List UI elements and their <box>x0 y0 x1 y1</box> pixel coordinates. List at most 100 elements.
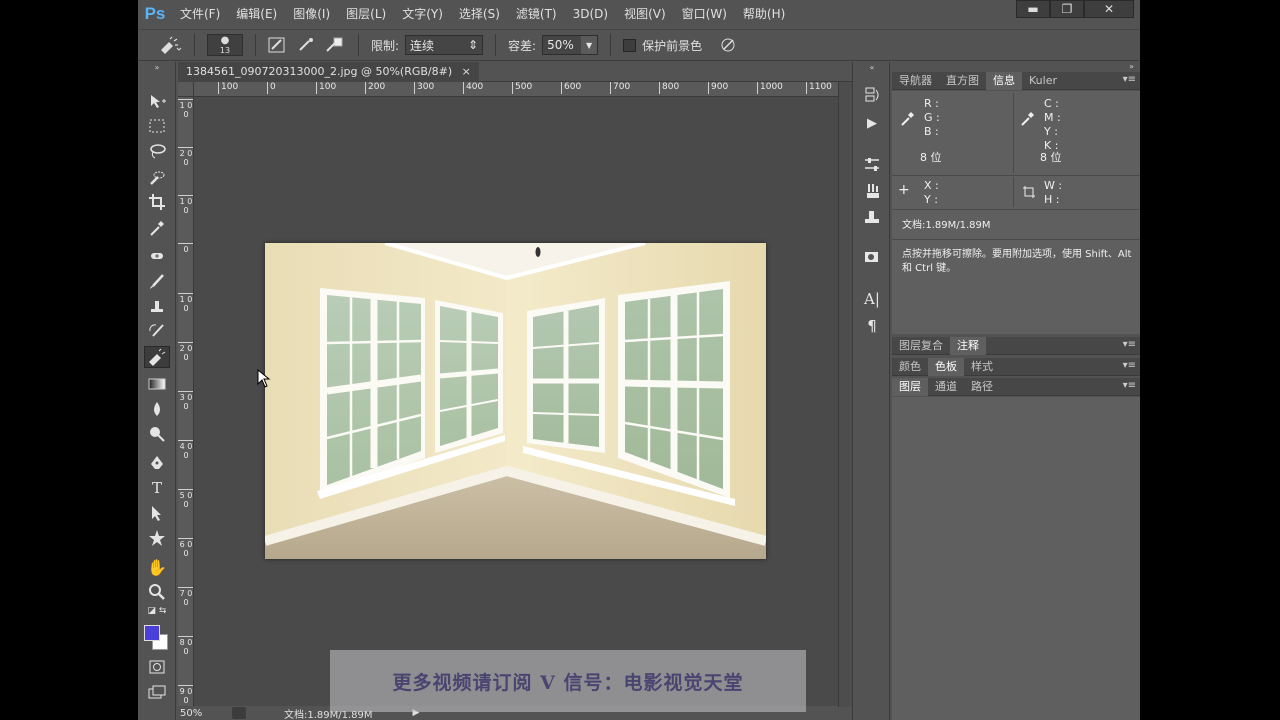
tab-navigator[interactable]: 导航器 <box>892 72 939 90</box>
tab-swatches[interactable]: 色板 <box>928 357 964 376</box>
panel-menu-icon[interactable]: ▾≡ <box>1123 339 1136 350</box>
actions-play-icon[interactable]: ▶ <box>853 111 891 135</box>
eyedropper-tool-icon[interactable] <box>144 217 170 239</box>
sample-once-icon[interactable] <box>296 36 318 54</box>
tab-kuler[interactable]: Kuler <box>1022 72 1064 90</box>
panel-menu-icon[interactable]: ▾≡ <box>1123 360 1136 371</box>
ps-logo: Ps <box>144 4 166 23</box>
eyedropper-icon <box>901 112 914 126</box>
share-icon[interactable] <box>232 707 246 719</box>
path-selection-tool-icon[interactable] <box>144 502 170 524</box>
character-panel-icon[interactable]: A| <box>853 287 891 311</box>
restore-button[interactable]: ❐ <box>1050 0 1084 18</box>
ruler-tick: 1100 <box>806 82 832 94</box>
gradient-tool-icon[interactable] <box>144 373 170 395</box>
tolerance-value: 50% <box>547 38 574 52</box>
menu-edit[interactable]: 编辑(E) <box>228 0 285 28</box>
tab-notes[interactable]: 注释 <box>950 336 986 355</box>
move-tool-icon[interactable] <box>144 90 170 112</box>
type-tool-icon[interactable]: T <box>144 477 170 499</box>
document-tab[interactable]: 1384561_090720313000_2.jpg @ 50%(RGB/8#)… <box>178 62 479 82</box>
history-icon[interactable] <box>853 83 891 107</box>
ruler-tick: 6 0 0 <box>178 538 193 558</box>
menu-select[interactable]: 选择(S) <box>451 0 508 28</box>
marquee-tool-icon[interactable] <box>144 115 170 137</box>
lasso-tool-icon[interactable] <box>144 140 170 162</box>
tab-color[interactable]: 颜色 <box>892 358 928 376</box>
tab-layers[interactable]: 图层 <box>892 377 928 396</box>
brush-preset-picker[interactable]: ● 13 <box>207 34 243 56</box>
tab-channels[interactable]: 通道 <box>928 378 964 396</box>
history-brush-tool-icon[interactable] <box>144 320 170 342</box>
brush-presets-icon[interactable] <box>853 179 891 203</box>
comps-panel-tabs: 图层复合 注释 ▾≡ <box>892 336 1140 355</box>
ruler-origin[interactable] <box>178 82 194 97</box>
tab-histogram[interactable]: 直方图 <box>939 72 986 90</box>
minimize-button[interactable]: ▬ <box>1016 0 1050 18</box>
collapse-dock-icon[interactable]: » <box>1129 62 1134 71</box>
canvas-area[interactable] <box>194 97 838 707</box>
magic-eraser-tool-preset-icon[interactable] <box>158 36 182 54</box>
hand-tool-icon[interactable]: ✋ <box>144 556 170 578</box>
info-bits-right: 8 位 <box>1040 151 1062 164</box>
room-photo[interactable] <box>265 243 766 559</box>
panel-menu-icon[interactable]: ▾≡ <box>1123 380 1136 391</box>
sample-background-icon[interactable] <box>324 36 346 54</box>
brush-size-value: 13 <box>219 46 231 55</box>
dodge-tool-icon[interactable] <box>144 423 170 445</box>
menu-layer[interactable]: 图层(L) <box>338 0 394 28</box>
tab-paths[interactable]: 路径 <box>964 378 1000 396</box>
zoom-tool-icon[interactable] <box>144 581 170 603</box>
horizontal-ruler[interactable]: 100 0 100 200 300 400 500 600 700 800 90… <box>194 82 838 97</box>
adjustments-icon[interactable] <box>853 152 891 176</box>
divider <box>892 209 1140 210</box>
pressure-icon[interactable] <box>718 36 738 54</box>
quick-mask-icon[interactable] <box>144 656 170 678</box>
separator <box>358 34 359 56</box>
layers-panel <box>892 397 1140 720</box>
protect-foreground-checkbox[interactable] <box>623 38 637 52</box>
vertical-ruler[interactable]: 1 0 0 2 0 0 1 0 0 0 1 0 0 2 0 0 3 0 0 4 … <box>178 97 194 707</box>
info-b: B : <box>924 125 939 138</box>
vertical-scrollbar[interactable] <box>838 82 852 707</box>
tab-styles[interactable]: 样式 <box>964 358 1000 376</box>
menu-filter[interactable]: 滤镜(T) <box>508 0 565 28</box>
blur-tool-icon[interactable] <box>144 398 170 420</box>
menu-help[interactable]: 帮助(H) <box>735 0 793 28</box>
quick-selection-tool-icon[interactable] <box>144 166 170 188</box>
new-mode-icon[interactable] <box>268 36 290 54</box>
ruler-tick: 700 <box>610 82 630 94</box>
menu-image[interactable]: 图像(I) <box>285 0 338 28</box>
pen-tool-icon[interactable] <box>144 452 170 474</box>
brush-tool-icon[interactable] <box>144 270 170 292</box>
info-bits-left: 8 位 <box>920 151 942 164</box>
default-colors-icon[interactable]: ◪ ⇆ <box>144 605 170 617</box>
tab-layer-comps[interactable]: 图层复合 <box>892 337 950 355</box>
close-button[interactable]: ✕ <box>1084 0 1134 18</box>
eraser-tool-icon[interactable] <box>144 346 170 368</box>
tolerance-field[interactable]: 50% ▼ <box>542 35 599 55</box>
close-tab-icon[interactable]: × <box>462 65 471 78</box>
menu-3d[interactable]: 3D(D) <box>565 0 616 28</box>
clone-stamp-tool-icon[interactable] <box>144 295 170 317</box>
menu-type[interactable]: 文字(Y) <box>394 0 451 28</box>
options-bar: ● 13 限制: 连续 ⇕ 容差: 50% ▼ 保护前景色 <box>138 29 1140 61</box>
limit-select[interactable]: 连续 ⇕ <box>405 35 484 55</box>
panel-menu-icon[interactable]: ▾≡ <box>1123 74 1136 85</box>
3d-icon[interactable] <box>853 244 891 268</box>
chevron-down-icon[interactable]: ▼ <box>581 36 598 54</box>
crop-tool-icon[interactable] <box>144 191 170 213</box>
paragraph-panel-icon[interactable]: ¶ <box>853 314 891 338</box>
collapse-toolbox-icon[interactable]: » <box>144 62 170 72</box>
menu-window[interactable]: 窗口(W) <box>674 0 735 28</box>
menu-view[interactable]: 视图(V) <box>616 0 674 28</box>
zoom-level[interactable]: 50% <box>178 708 232 719</box>
clone-source-icon[interactable] <box>853 204 891 228</box>
expand-panels-icon[interactable]: « <box>853 62 891 72</box>
menu-file[interactable]: 文件(F) <box>172 0 228 28</box>
screen-mode-icon[interactable] <box>144 682 170 704</box>
tab-info[interactable]: 信息 <box>986 71 1022 90</box>
healing-brush-tool-icon[interactable] <box>144 245 170 267</box>
custom-shape-tool-icon[interactable] <box>144 527 170 549</box>
foreground-color-swatch[interactable] <box>144 625 160 641</box>
